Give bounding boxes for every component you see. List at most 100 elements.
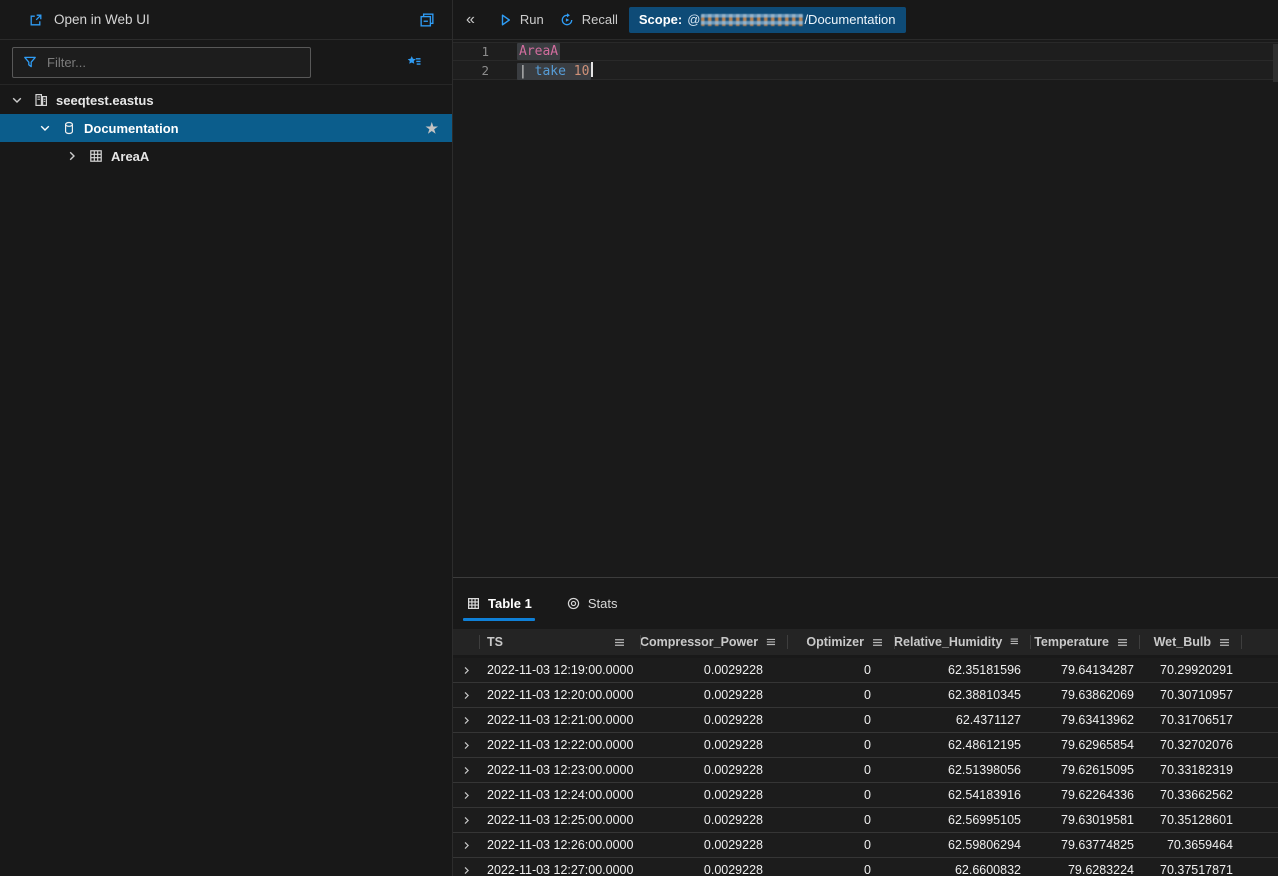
table-row[interactable]: 2022-11-03 12:25:00.00000.0029228062.569… xyxy=(453,808,1278,833)
token-keyword: take xyxy=(535,64,566,79)
table-row[interactable]: 2022-11-03 12:24:00.00000.0029228062.541… xyxy=(453,783,1278,808)
table-row[interactable]: 2022-11-03 12:23:00.00000.0029228062.513… xyxy=(453,758,1278,783)
favorite-star-icon[interactable]: ★ xyxy=(425,121,438,135)
column-menu-icon[interactable] xyxy=(1116,636,1129,649)
chevron-down-icon[interactable] xyxy=(37,120,53,136)
chevron-down-icon[interactable] xyxy=(9,92,25,108)
filter-funnel-icon xyxy=(22,54,38,70)
code-line-2[interactable]: 2 | take 10 xyxy=(453,61,1278,80)
tree-item-database-selected[interactable]: Documentation ★ xyxy=(0,114,452,142)
column-header-optimizer[interactable]: Optimizer xyxy=(787,629,894,655)
database-icon xyxy=(61,120,77,136)
code-text: AreaA xyxy=(517,44,560,59)
run-button[interactable]: Run xyxy=(497,12,544,28)
column-header-temperature[interactable]: Temperature xyxy=(1030,629,1139,655)
open-in-web-ui-button[interactable]: Open in Web UI xyxy=(54,12,150,27)
column-header-wet-bulb[interactable]: Wet_Bulb xyxy=(1139,629,1241,655)
row-expander-icon[interactable] xyxy=(453,789,479,802)
chevron-right-icon[interactable] xyxy=(64,148,80,164)
column-menu-icon[interactable] xyxy=(871,636,884,649)
cell: 70.29920291 xyxy=(1139,663,1241,677)
filter-row xyxy=(0,40,452,85)
open-external-icon[interactable] xyxy=(28,12,44,28)
cell: 0 xyxy=(787,663,894,677)
column-header-compressor-power[interactable]: Compressor_Power xyxy=(640,629,787,655)
cell: 0.0029228 xyxy=(640,813,787,827)
cell: 2022-11-03 12:20:00.0000 xyxy=(479,688,640,702)
column-menu-icon[interactable] xyxy=(613,636,626,649)
cell: 0.0029228 xyxy=(640,763,787,777)
cell: 2022-11-03 12:24:00.0000 xyxy=(479,788,640,802)
column-header-relative-humidity[interactable]: Relative_Humidity xyxy=(894,629,1030,655)
query-panel: « Run Recall Scope: @ /Documentation xyxy=(452,0,1278,876)
table-body: 2022-11-03 12:19:00.00000.0029228062.351… xyxy=(453,658,1278,876)
sidebar-header: Open in Web UI xyxy=(0,0,452,40)
column-menu-icon[interactable] xyxy=(1009,636,1020,649)
cell: 62.38810345 xyxy=(894,688,1030,702)
cell: 0 xyxy=(787,763,894,777)
tree-item-cluster[interactable]: seeqtest.eastus xyxy=(0,86,452,114)
cell: 0.0029228 xyxy=(640,688,787,702)
cell: 62.56995105 xyxy=(894,813,1030,827)
header-filler-column xyxy=(1241,629,1278,655)
cell: 70.33662562 xyxy=(1139,788,1241,802)
cell: 0 xyxy=(787,688,894,702)
query-editor[interactable]: 1 AreaA 2 | take 10 xyxy=(453,42,1278,579)
results-panel: Table 1 Stats TS Compressor_Power xyxy=(453,577,1278,876)
column-menu-icon[interactable] xyxy=(1218,636,1231,649)
row-expander-icon[interactable] xyxy=(453,714,479,727)
cluster-icon xyxy=(33,92,49,108)
cell: 70.37517871 xyxy=(1139,863,1241,876)
tree-item-table[interactable]: AreaA xyxy=(0,142,452,170)
cell: 2022-11-03 12:19:00.0000 xyxy=(479,663,640,677)
table-row[interactable]: 2022-11-03 12:19:00.00000.0029228062.351… xyxy=(453,658,1278,683)
scope-prefix: Scope: xyxy=(639,12,682,27)
table-row[interactable]: 2022-11-03 12:22:00.00000.0029228062.486… xyxy=(453,733,1278,758)
row-expander-icon[interactable] xyxy=(453,864,479,876)
tab-table-1[interactable]: Table 1 xyxy=(463,578,535,629)
row-expander-icon[interactable] xyxy=(453,764,479,777)
row-expander-icon[interactable] xyxy=(453,814,479,827)
cell: 62.6600832 xyxy=(894,863,1030,876)
row-expander-icon[interactable] xyxy=(453,689,479,702)
filter-input[interactable] xyxy=(47,55,301,70)
cell: 70.32702076 xyxy=(1139,738,1241,752)
tab-stats[interactable]: Stats xyxy=(563,578,621,629)
table-row[interactable]: 2022-11-03 12:20:00.00000.0029228062.388… xyxy=(453,683,1278,708)
cell: 70.35128601 xyxy=(1139,813,1241,827)
scope-chip[interactable]: Scope: @ /Documentation xyxy=(629,7,906,33)
table-row[interactable]: 2022-11-03 12:27:00.00000.0029228062.660… xyxy=(453,858,1278,876)
table-label: AreaA xyxy=(111,149,149,164)
column-header-ts[interactable]: TS xyxy=(479,629,640,655)
column-menu-icon[interactable] xyxy=(765,636,777,649)
cell: 0.0029228 xyxy=(640,713,787,727)
stats-icon xyxy=(566,596,581,611)
filter-input-box[interactable] xyxy=(12,47,311,78)
collapse-panel-button[interactable]: « xyxy=(466,12,475,28)
cell: 2022-11-03 12:25:00.0000 xyxy=(479,813,640,827)
favorites-list-icon[interactable] xyxy=(405,53,423,71)
code-line-1[interactable]: 1 AreaA xyxy=(453,42,1278,61)
connection-tree: seeqtest.eastus Documentation ★ xyxy=(0,85,452,170)
table-row[interactable]: 2022-11-03 12:26:00.00000.0029228062.598… xyxy=(453,833,1278,858)
cell: 70.33182319 xyxy=(1139,763,1241,777)
cell: 2022-11-03 12:23:00.0000 xyxy=(479,763,640,777)
row-expander-icon[interactable] xyxy=(453,839,479,852)
recall-button[interactable]: Recall xyxy=(559,12,618,28)
cell: 79.63413962 xyxy=(1030,713,1139,727)
cell: 0.0029228 xyxy=(640,663,787,677)
cell: 62.54183916 xyxy=(894,788,1030,802)
row-expander-icon[interactable] xyxy=(453,739,479,752)
text-cursor xyxy=(591,62,593,77)
token-number: 10 xyxy=(574,64,590,79)
cell: 79.63774825 xyxy=(1030,838,1139,852)
table-row[interactable]: 2022-11-03 12:21:00.00000.0029228062.437… xyxy=(453,708,1278,733)
cell: 62.59806294 xyxy=(894,838,1030,852)
table-icon xyxy=(88,148,104,164)
row-expander-icon[interactable] xyxy=(453,664,479,677)
collapse-all-icon[interactable] xyxy=(418,11,436,29)
token-table-name: AreaA xyxy=(517,43,560,60)
results-tabs: Table 1 Stats xyxy=(453,578,1278,629)
table-grid-icon xyxy=(466,596,481,611)
cell: 0.0029228 xyxy=(640,788,787,802)
